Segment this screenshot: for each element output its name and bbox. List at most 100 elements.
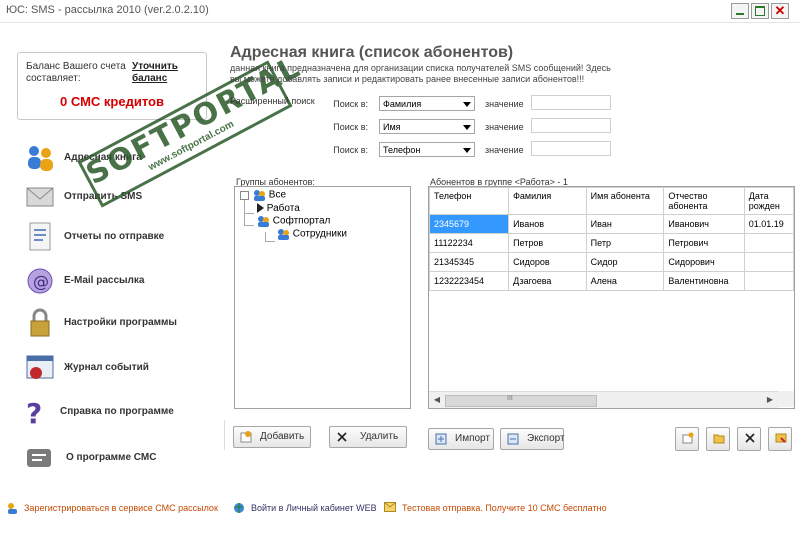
table-row[interactable]: 11122234 Петров Петр Петрович	[429, 233, 794, 253]
table-cell[interactable]: 21345345	[429, 252, 510, 272]
search-field-value: Имя	[383, 122, 401, 132]
table-cell[interactable]: Петров	[508, 233, 587, 253]
table-cell[interactable]: Петрович	[663, 233, 745, 253]
column-header[interactable]: Имя абонента	[585, 187, 665, 215]
value-label: значение	[485, 122, 524, 132]
tree-item-all[interactable]: Все	[253, 189, 286, 201]
column-header[interactable]: Отчество абонента	[663, 187, 745, 215]
page-description: данная книга предназначена для организац…	[230, 63, 611, 84]
column-header[interactable]: Фамилия	[508, 187, 587, 215]
search-in-label: Поиск в:	[333, 99, 368, 109]
table-cell[interactable]: 01.01.19	[743, 214, 794, 234]
play-icon	[257, 203, 264, 214]
subscribers-table: Телефон Фамилия Имя абонента Отчество аб…	[429, 187, 794, 291]
search-value-input[interactable]	[531, 118, 611, 133]
table-cell[interactable]: Алена	[585, 271, 665, 291]
table-row[interactable]: 21345345 Сидоров Сидор Сидорович	[429, 252, 794, 272]
tree-item-work[interactable]: Работа	[257, 203, 300, 214]
table-cell[interactable]: 11122234	[429, 233, 510, 253]
export-icon	[507, 433, 519, 445]
table-cell[interactable]: Иванов	[508, 214, 587, 234]
page-title: Адресная книга (список абонентов)	[230, 44, 514, 61]
nav-label: Журнал событий	[64, 362, 149, 373]
delete-label: Удалить	[360, 431, 399, 442]
search-field-select[interactable]: Телефон	[379, 142, 475, 157]
web-cabinet-link[interactable]: Войти в Личный кабинет WEB	[251, 503, 377, 513]
search-value-input[interactable]	[531, 141, 611, 156]
new-group-button[interactable]	[675, 427, 699, 451]
table-cell[interactable]: 1232223454	[429, 271, 510, 291]
table-cell[interactable]: 2345679	[429, 214, 510, 234]
search-field-select[interactable]: Имя	[379, 119, 475, 134]
maximize-button[interactable]	[751, 3, 769, 19]
minimize-button[interactable]	[731, 3, 749, 19]
delete-group-button[interactable]	[737, 427, 761, 451]
import-button[interactable]: Импорт	[428, 428, 494, 450]
table-cell[interactable]: Иванович	[663, 214, 745, 234]
table-cell[interactable]: Петр	[585, 233, 665, 253]
open-folder-button[interactable]	[706, 427, 730, 451]
group-icon	[278, 229, 289, 240]
delete-button[interactable]: Удалить	[329, 426, 407, 448]
balance-value: 0 СМС кредитов	[60, 94, 164, 109]
nav-help[interactable]: ? Справка по программе	[20, 395, 210, 431]
table-cell[interactable]: Сидоров	[508, 252, 587, 272]
exit-icon	[775, 433, 787, 443]
globe-icon	[234, 503, 244, 513]
nav-event-log[interactable]: Журнал событий	[24, 351, 214, 387]
search-field-select[interactable]: Фамилия	[379, 96, 475, 111]
table-cell[interactable]	[743, 252, 794, 272]
table-cell[interactable]: Дзагоева	[508, 271, 587, 291]
register-link[interactable]: Зарегистрироваться в сервисе СМС рассыло…	[24, 503, 218, 513]
search-value-input[interactable]	[531, 95, 611, 110]
nav-label: E-Mail рассылка	[64, 275, 145, 286]
tree-item-label: Софтпортал	[272, 215, 331, 227]
scroll-right-button[interactable]: ▶	[762, 392, 778, 408]
table-row[interactable]: 1232223454 Дзагоева Алена Валентиновна	[429, 271, 794, 291]
group-icon	[258, 216, 269, 227]
folder-icon	[713, 434, 725, 444]
tree-item-label: Работа	[266, 203, 300, 214]
report-icon	[29, 222, 51, 251]
tree-item-employees[interactable]: Сотрудники	[277, 228, 347, 240]
table-cell[interactable]	[743, 271, 794, 291]
help-icon: ?	[26, 397, 42, 429]
tree-item-softportal[interactable]: Софтпортал	[257, 215, 330, 227]
horizontal-scrollbar[interactable]: ◀ III ▶	[429, 391, 778, 408]
search-field-value: Телефон	[383, 145, 421, 155]
table-cell[interactable]: Сидорович	[663, 252, 745, 272]
add-button[interactable]: Добавить	[233, 426, 311, 448]
add-label: Добавить	[260, 431, 305, 442]
table-row[interactable]: 2345679 Иванов Иван Иванович 01.01.19	[429, 214, 794, 234]
table-cell[interactable]	[743, 233, 794, 253]
refresh-balance-link[interactable]: Уточнить баланс	[132, 61, 192, 85]
table-cell[interactable]: Иван	[585, 214, 665, 234]
close-button[interactable]: ✕	[771, 3, 789, 19]
scroll-left-button[interactable]: ◀	[429, 392, 445, 408]
collapse-toggle[interactable]	[240, 191, 249, 200]
subscribers-grid[interactable]: Телефон Фамилия Имя абонента Отчество аб…	[428, 186, 795, 409]
scroll-thumb[interactable]	[445, 395, 597, 407]
close-icon	[745, 433, 755, 443]
nav-email[interactable]: @ E-Mail рассылка	[24, 264, 214, 300]
nav-reports[interactable]: Отчеты по отправке	[24, 220, 214, 256]
groups-tree[interactable]: Все Работа Софтпортал Сотрудники	[234, 186, 411, 409]
table-cell[interactable]: Сидор	[585, 252, 665, 272]
title-bar: ЮС: SMS - рассылка 2010 (ver.2.0.2.10) ✕	[0, 0, 800, 23]
table-cell[interactable]: Валентиновна	[663, 271, 745, 291]
envelope-icon	[384, 502, 396, 512]
tree-item-label: Все	[268, 189, 287, 201]
exit-button[interactable]	[768, 427, 792, 451]
export-button[interactable]: Экспорт	[500, 428, 565, 450]
nav-settings[interactable]: Настройки программы	[24, 306, 214, 342]
search-field-value: Фамилия	[383, 99, 422, 109]
window-title: ЮС: SMS - рассылка 2010 (ver.2.0.2.10)	[6, 4, 209, 16]
test-send-link[interactable]: Тестовая отправка. Получите 10 СМС беспл…	[402, 503, 607, 513]
add-icon	[240, 431, 252, 443]
new-group-icon	[682, 432, 694, 444]
column-header[interactable]: Дата рожден	[743, 187, 794, 215]
balance-label: Баланс Вашего счета составляет:	[26, 61, 126, 84]
column-header[interactable]: Телефон	[429, 187, 510, 215]
tree-item-label: Сотрудники	[292, 228, 347, 240]
nav-about[interactable]: О программе СМС	[24, 441, 214, 477]
